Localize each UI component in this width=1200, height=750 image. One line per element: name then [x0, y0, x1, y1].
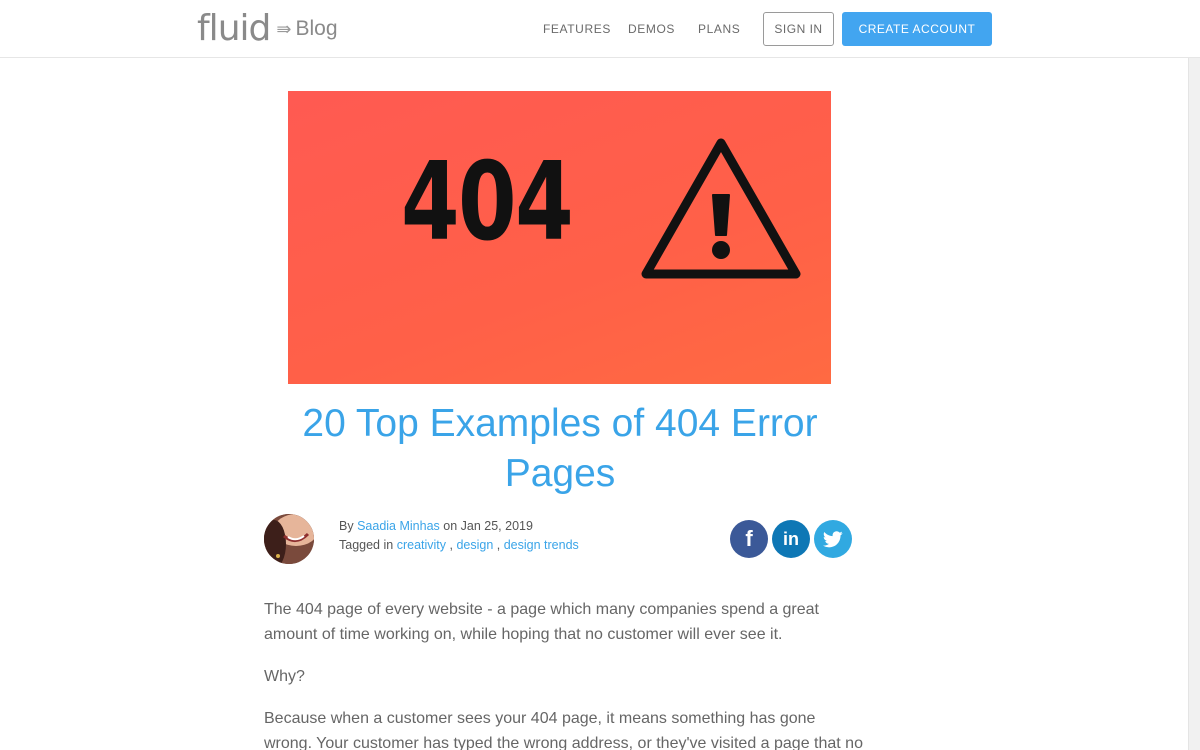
vertical-scrollbar[interactable] [1188, 58, 1200, 750]
hero-404-text: 404 [401, 140, 574, 265]
article-paragraph: Why? [264, 668, 305, 685]
nav-demos-link[interactable]: DEMOS [628, 22, 675, 36]
tag-link[interactable]: design [456, 538, 493, 552]
nav-features-link[interactable]: FEATURES [543, 22, 611, 36]
linkedin-share-button[interactable]: in [772, 520, 810, 558]
logo-section-label: Blog [295, 17, 338, 40]
author-avatar[interactable] [264, 514, 314, 564]
warning-triangle-icon [641, 138, 801, 279]
top-navigation-bar: fluid ⇛ Blog FEATURES DEMOS PLANS SIGN I… [0, 0, 1200, 58]
article-title[interactable]: 20 Top Examples of 404 Error Pages [264, 399, 856, 499]
facebook-share-button[interactable]: f [730, 520, 768, 558]
sign-in-button[interactable]: SIGN IN [763, 12, 834, 46]
hero-image: 404 [288, 91, 831, 384]
create-account-button[interactable]: CREATE ACCOUNT [842, 12, 992, 46]
article-paragraph: Because when a customer sees your 404 pa… [264, 710, 863, 750]
tag-link[interactable]: creativity [397, 538, 446, 552]
article-paragraph: The 404 page of every website - a page w… [264, 601, 819, 643]
fluid-blog-logo[interactable]: fluid ⇛ Blog [197, 9, 338, 49]
article-meta: By Saadia Minhas on Jan 25, 2019 Tagged … [339, 517, 579, 555]
author-link[interactable]: Saadia Minhas [357, 519, 440, 533]
tag-link[interactable]: design trends [504, 538, 579, 552]
logo-wordmark: fluid [197, 8, 271, 49]
twitter-icon [823, 530, 843, 547]
nav-plans-link[interactable]: PLANS [698, 22, 740, 36]
arrow-icon: ⇛ [276, 19, 292, 39]
tags-line: Tagged in creativity , design , design t… [339, 538, 579, 552]
twitter-share-button[interactable] [814, 520, 852, 558]
linkedin-icon: in [783, 528, 799, 549]
facebook-icon: f [745, 526, 753, 551]
byline: By Saadia Minhas on Jan 25, 2019 [339, 519, 533, 533]
publish-date: Jan 25, 2019 [460, 519, 533, 533]
